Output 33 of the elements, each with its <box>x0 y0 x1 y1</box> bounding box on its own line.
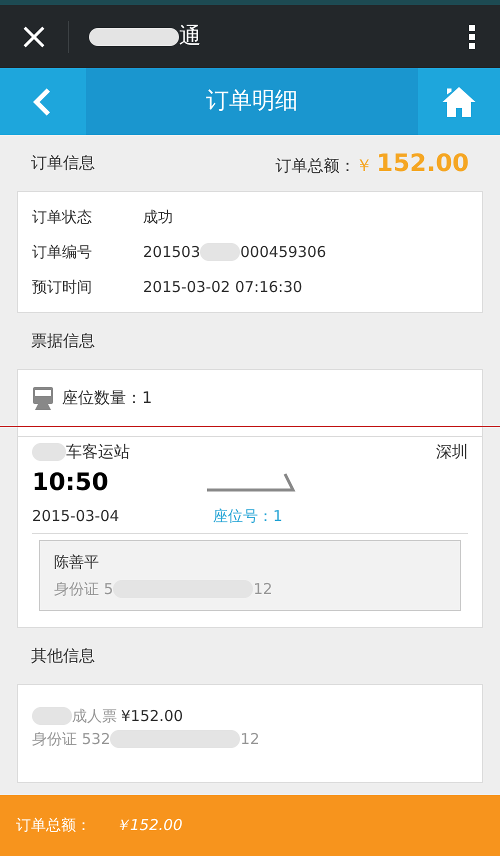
ticket-price: ¥152.00 <box>121 706 184 727</box>
text-fragment: 201503 <box>143 242 200 263</box>
section-heading: 订单信息 <box>31 152 95 174</box>
info-label: 订单状态 <box>32 206 93 228</box>
text-fragment: 成人票 <box>72 706 117 727</box>
text-fragment: 身份证 5 <box>54 578 114 600</box>
info-label: 预订时间 <box>32 276 93 298</box>
text-fragment: 车客运站 <box>66 441 130 463</box>
bus-icon <box>32 386 54 410</box>
text-fragment: 成功 <box>143 206 173 228</box>
seat-count: 座位数量：1 <box>62 387 152 409</box>
seat-number: 座位号：1 <box>213 506 283 528</box>
departure-date: 2015-03-04 <box>32 506 120 528</box>
info-label: 订单编号 <box>32 242 93 263</box>
text-fragment: 身份证 532 <box>32 728 110 750</box>
text-fragment: 12 <box>240 728 260 750</box>
total-amount: ￥ 152.00 <box>355 148 469 179</box>
destination: 深圳 <box>436 441 468 463</box>
back-icon[interactable] <box>0 68 86 135</box>
total-label: 订单总额： <box>275 155 356 177</box>
text-fragment: 12 <box>253 578 272 600</box>
redaction-mark <box>200 243 240 261</box>
home-icon[interactable] <box>418 68 500 135</box>
departure-time: 10:50 <box>32 467 110 498</box>
app-title: 通 <box>179 23 201 51</box>
text-fragment: 2015-03-02 07:16:30 <box>143 276 302 298</box>
text-fragment: 000459306 <box>240 242 326 263</box>
passenger-name: 陈善平 <box>54 552 100 573</box>
section-heading: 其他信息 <box>31 645 95 667</box>
footer-total-label: 订单总额： <box>16 815 91 836</box>
section-heading: 票据信息 <box>31 330 95 352</box>
page-title: 订单明细 <box>205 87 299 116</box>
footer-total-amount: ￥152.00 <box>115 815 182 836</box>
